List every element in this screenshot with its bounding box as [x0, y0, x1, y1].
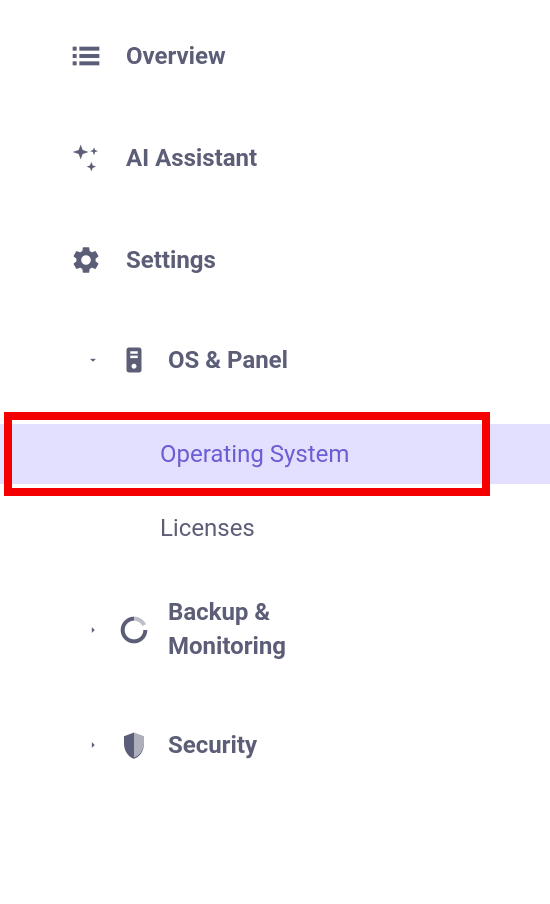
nav-label-settings: Settings: [126, 246, 216, 274]
chevron-right-icon: [86, 623, 100, 637]
nav-item-ai-assistant[interactable]: AI Assistant: [0, 122, 550, 194]
nav-item-backup-monitoring[interactable]: Backup & Monitoring: [0, 578, 550, 681]
nav-item-settings[interactable]: Settings: [0, 224, 550, 296]
list-icon: [70, 40, 102, 72]
nav-item-security[interactable]: Security: [0, 711, 550, 779]
circle-progress-icon: [118, 614, 150, 646]
sparkle-icon: [70, 142, 102, 174]
server-icon: [118, 344, 150, 376]
chevron-down-icon: [86, 353, 100, 367]
chevron-right-icon: [86, 738, 100, 752]
nav-label-os-panel: OS & Panel: [168, 346, 288, 374]
nav-label-ai-assistant: AI Assistant: [126, 144, 257, 172]
gear-icon: [70, 244, 102, 276]
sub-label-licenses: Licenses: [160, 514, 255, 542]
nav-label-security: Security: [168, 731, 257, 759]
nav-item-overview[interactable]: Overview: [0, 20, 550, 92]
nav-label-overview: Overview: [126, 42, 226, 70]
shield-icon: [118, 729, 150, 761]
nav-item-os-panel[interactable]: OS & Panel: [0, 326, 550, 394]
sub-item-licenses[interactable]: Licenses: [0, 498, 550, 558]
sub-label-operating-system: Operating System: [160, 440, 349, 468]
nav-label-backup-monitoring: Backup & Monitoring: [168, 596, 286, 663]
sub-item-operating-system[interactable]: Operating System: [0, 424, 550, 484]
